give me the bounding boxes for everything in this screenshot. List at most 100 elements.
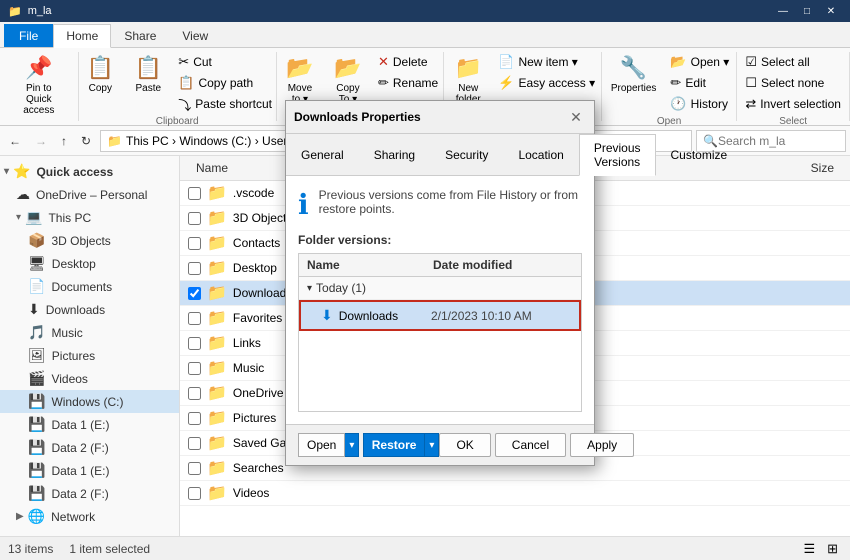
file-checkbox[interactable] — [188, 462, 201, 475]
file-checkbox[interactable] — [188, 262, 201, 275]
sidebar-item-videos[interactable]: 🎬 Videos — [0, 367, 179, 390]
file-row[interactable]: 📁Videos — [180, 481, 850, 506]
file-checkbox[interactable] — [188, 312, 201, 325]
windows-c-icon: 💾 — [28, 393, 45, 410]
sidebar-item-data1-e[interactable]: 💾 Data 1 (E:) — [0, 413, 179, 436]
easy-access-button[interactable]: ⚡ Easy access ▾ — [493, 73, 600, 93]
delete-icon: ✕ — [378, 54, 389, 70]
sidebar-item-data2-f2[interactable]: 💾 Data 2 (F:) — [0, 482, 179, 505]
select-all-button[interactable]: ☑ Select all — [740, 52, 846, 72]
file-checkbox[interactable] — [188, 362, 201, 375]
tab-previous-versions[interactable]: Previous Versions — [579, 134, 656, 176]
sidebar-item-documents[interactable]: 📄 Documents — [0, 275, 179, 298]
file-checkbox[interactable] — [188, 212, 201, 225]
cut-button[interactable]: ✂ Cut — [173, 52, 277, 72]
file-checkbox[interactable] — [188, 412, 201, 425]
sidebar-item-data2-f[interactable]: 💾 Data 2 (F:) — [0, 436, 179, 459]
tab-file[interactable]: File — [4, 24, 53, 47]
invert-selection-button[interactable]: ⇄ Invert selection — [740, 94, 846, 114]
sidebar-item-onedrive[interactable]: ☁ OneDrive – Personal — [0, 183, 179, 206]
sidebar-item-pictures[interactable]: 🖼 Pictures — [0, 344, 179, 367]
col-size[interactable]: Size — [742, 158, 842, 178]
tab-view[interactable]: View — [169, 24, 221, 47]
open-restore-group: Open ▾ Restore ▾ — [298, 433, 439, 457]
tab-share[interactable]: Share — [111, 24, 169, 47]
videos-icon: 🎬 — [28, 370, 45, 387]
folder-icon: 📁 — [207, 283, 227, 303]
data2-icon: 💾 — [28, 439, 45, 456]
apply-button[interactable]: Apply — [570, 433, 634, 457]
tab-sharing[interactable]: Sharing — [359, 134, 430, 175]
rename-button[interactable]: ✏ Rename — [373, 73, 443, 93]
open-dropdown-button[interactable]: ▾ — [345, 433, 359, 457]
folder-versions-label: Folder versions: — [298, 233, 582, 247]
detail-view-button[interactable]: ☰ — [799, 539, 819, 559]
sidebar-item-music[interactable]: 🎵 Music — [0, 321, 179, 344]
sidebar-item-3d-objects[interactable]: 📦 3D Objects — [0, 229, 179, 252]
rename-icon: ✏ — [378, 75, 389, 91]
history-button[interactable]: 🕐 History — [665, 94, 734, 114]
folder-icon: 📁 — [207, 308, 227, 328]
paste-shortcut-button[interactable]: ⤵ Paste shortcut — [173, 94, 277, 114]
restore-dropdown-button[interactable]: ▾ — [425, 433, 439, 457]
chevron-icon: ▶ — [16, 511, 24, 522]
file-checkbox[interactable] — [188, 187, 201, 200]
ribbon-group-pin: 📌 Pin to Quickaccess — [0, 52, 79, 121]
restore-button[interactable]: Restore — [363, 433, 426, 457]
sidebar-item-quick-access[interactable]: ▾ ⭐ Quick access — [0, 160, 179, 183]
folder-icon: 📁 — [207, 233, 227, 253]
versions-group-today[interactable]: ▾ Today (1) — [299, 277, 581, 300]
invert-icon: ⇄ — [745, 96, 756, 112]
properties-button[interactable]: 🔧 Properties — [604, 52, 664, 97]
file-checkbox[interactable] — [188, 287, 201, 300]
tab-home[interactable]: Home — [53, 24, 111, 48]
modal-close-button[interactable]: ✕ — [566, 107, 586, 127]
back-button[interactable]: ← — [4, 131, 26, 151]
ok-button[interactable]: OK — [439, 433, 490, 457]
copy-path-button[interactable]: 📋 Copy path — [173, 73, 277, 93]
sidebar-item-network[interactable]: ▶ 🌐 Network — [0, 505, 179, 528]
grid-view-button[interactable]: ⊞ — [823, 539, 842, 559]
tab-general[interactable]: General — [286, 134, 359, 175]
open-version-button[interactable]: Open — [298, 433, 345, 457]
selection-info: 1 item selected — [69, 542, 150, 556]
data2-f2-icon: 💾 — [28, 485, 45, 502]
sidebar-item-data1-e2[interactable]: 💾 Data 1 (E:) — [0, 459, 179, 482]
file-name: Pictures — [233, 411, 276, 425]
tab-security[interactable]: Security — [430, 134, 503, 175]
up-button[interactable]: ↑ — [56, 131, 72, 151]
refresh-button[interactable]: ↻ — [76, 131, 96, 151]
open-button[interactable]: 📂 Open ▾ — [665, 52, 734, 72]
new-item-button[interactable]: 📄 New item ▾ — [493, 52, 600, 72]
file-checkbox[interactable] — [188, 387, 201, 400]
cancel-button[interactable]: Cancel — [495, 433, 566, 457]
copy-path-icon: 📋 — [178, 75, 194, 91]
close-button[interactable]: ✕ — [820, 3, 842, 19]
file-checkbox[interactable] — [188, 437, 201, 450]
sidebar-item-desktop[interactable]: 🖥 Desktop — [0, 252, 179, 275]
file-checkbox[interactable] — [188, 237, 201, 250]
forward-button[interactable]: → — [30, 131, 52, 151]
paste-icon: 📋 — [135, 55, 162, 81]
tab-location[interactable]: Location — [503, 134, 578, 175]
paste-button[interactable]: 📋 Paste — [125, 52, 171, 97]
sidebar-item-windows-c[interactable]: 💾 Windows (C:) — [0, 390, 179, 413]
minimize-button[interactable]: — — [772, 3, 794, 19]
copy-button[interactable]: 📋 Copy — [77, 52, 123, 97]
easy-access-icon: ⚡ — [498, 75, 514, 91]
pin-quick-access-button[interactable]: 📌 Pin to Quickaccess — [8, 52, 70, 119]
documents-icon: 📄 — [28, 278, 45, 295]
folder-icon: 📁 — [207, 183, 227, 203]
sidebar: ▾ ⭐ Quick access ☁ OneDrive – Personal ▾… — [0, 156, 180, 536]
sidebar-item-this-pc[interactable]: ▾ 💻 This PC — [0, 206, 179, 229]
edit-button[interactable]: ✏ Edit — [665, 73, 734, 93]
versions-col-date: Date modified — [433, 258, 573, 272]
sidebar-item-downloads[interactable]: ⬇ Downloads — [0, 298, 179, 321]
select-none-button[interactable]: ☐ Select none — [740, 73, 846, 93]
tab-customize[interactable]: Customize — [656, 134, 743, 175]
file-checkbox[interactable] — [188, 487, 201, 500]
versions-row-downloads[interactable]: ⬇ Downloads 2/1/2023 10:10 AM — [299, 300, 581, 331]
file-checkbox[interactable] — [188, 337, 201, 350]
delete-button[interactable]: ✕ Delete — [373, 52, 443, 72]
maximize-button[interactable]: □ — [796, 3, 818, 19]
